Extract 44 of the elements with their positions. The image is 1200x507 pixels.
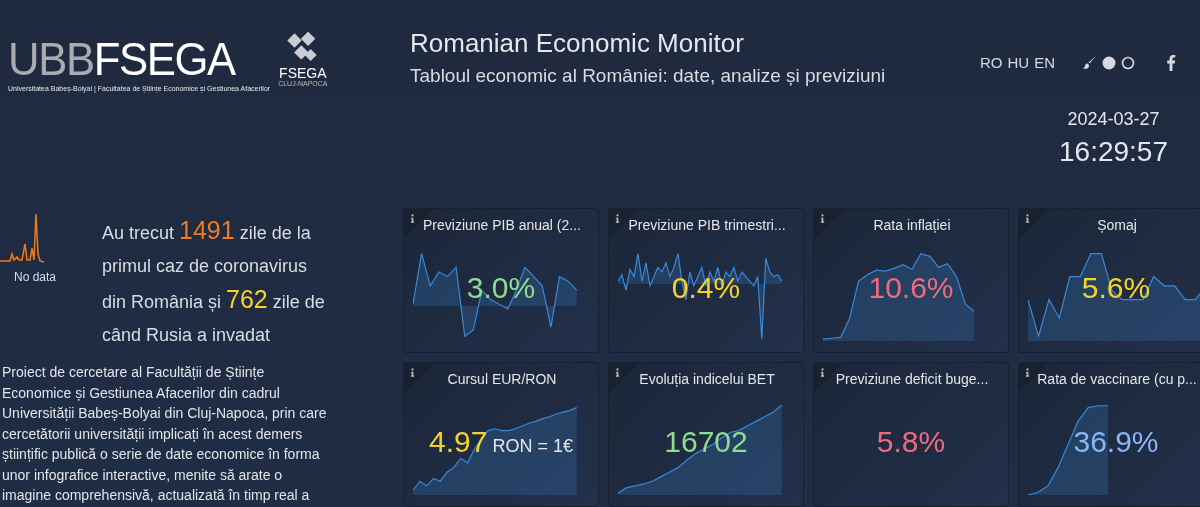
card-title: Previziune deficit buge... — [834, 371, 990, 387]
indicator-card[interactable]: Șomaj 5.6% — [1018, 208, 1200, 353]
unit-label: RON = 1€ — [492, 436, 573, 457]
indicator-value: 5.6% — [1081, 271, 1151, 305]
indicator-card[interactable]: Previziune PIB trimestri... 0.4% — [608, 208, 804, 353]
card-title: Șomaj — [1096, 217, 1138, 233]
info-icon[interactable] — [410, 214, 415, 223]
card-title: Evoluția indicelui BET — [638, 371, 776, 387]
theme-dark-icon[interactable] — [1102, 55, 1116, 70]
indicator-card[interactable]: Rata de vaccinare (cu p... 36.9% — [1018, 362, 1200, 507]
site-title: Romanian Economic Monitor — [410, 27, 745, 59]
card-title: Previziune PIB trimestri... — [627, 217, 787, 233]
language-link[interactable]: EN — [1034, 54, 1055, 71]
current-time: 16:29:57 — [1059, 136, 1168, 168]
indicator-value: 0.4% — [671, 271, 741, 305]
case-sparkline — [0, 214, 44, 264]
info-icon[interactable] — [820, 214, 825, 223]
logo-wordmark[interactable]: UBBFSEGA — [8, 36, 235, 82]
indicator-card[interactable]: Rata inflației 10.6% — [813, 208, 1009, 353]
no-data-label: No data — [14, 270, 58, 284]
indicator-value: 5.8% — [876, 425, 946, 459]
info-icon[interactable] — [1025, 214, 1030, 223]
days-counter-text: Au trecut 1491 zile de la primul caz de coronavirus din România și 762 zile de când Rusia a invadat — [102, 215, 326, 347]
language-link[interactable]: RO — [980, 54, 1003, 71]
info-icon[interactable] — [410, 368, 415, 377]
facebook-icon[interactable] — [1166, 54, 1176, 71]
emblem-name: FSEGA — [279, 66, 327, 80]
indicator-card[interactable]: Previziune deficit buge... 5.8% — [813, 362, 1009, 507]
brush-icon[interactable] — [1082, 55, 1097, 70]
card-title: Previziune PIB anual (2... — [422, 217, 582, 233]
info-icon[interactable] — [1025, 368, 1030, 377]
language-link[interactable]: HU — [1007, 54, 1030, 71]
indicator-value: 36.9% — [1073, 425, 1159, 459]
current-date: 2024-03-27 — [1067, 109, 1160, 130]
info-icon[interactable] — [820, 368, 825, 377]
site-subtitle: Tabloul economic al României: date, analize și previziuni — [410, 65, 887, 87]
card-title: Cursul EUR/RON — [446, 371, 558, 387]
card-title: Rata inflației — [872, 217, 952, 233]
indicator-value: 10.6% — [868, 271, 954, 305]
theme-light-icon[interactable] — [1121, 55, 1135, 70]
card-title: Rata de vaccinare (cu p... — [1036, 371, 1198, 387]
project-description: Proiect de cercetare al Facultății de Științe Economice și Gestiunea Afacerilor din cadrul Universității Babeș-Bolyai din Cluj-Napoca, prin care cercetătorii universității implicați în acest demers științific publică o serie de date economice în forma unor infografice interactive, menite să arate o imagine comprehensivă, actualizată în timp real a — [2, 363, 328, 505]
info-icon[interactable] — [615, 214, 620, 223]
info-icon[interactable] — [615, 368, 620, 377]
